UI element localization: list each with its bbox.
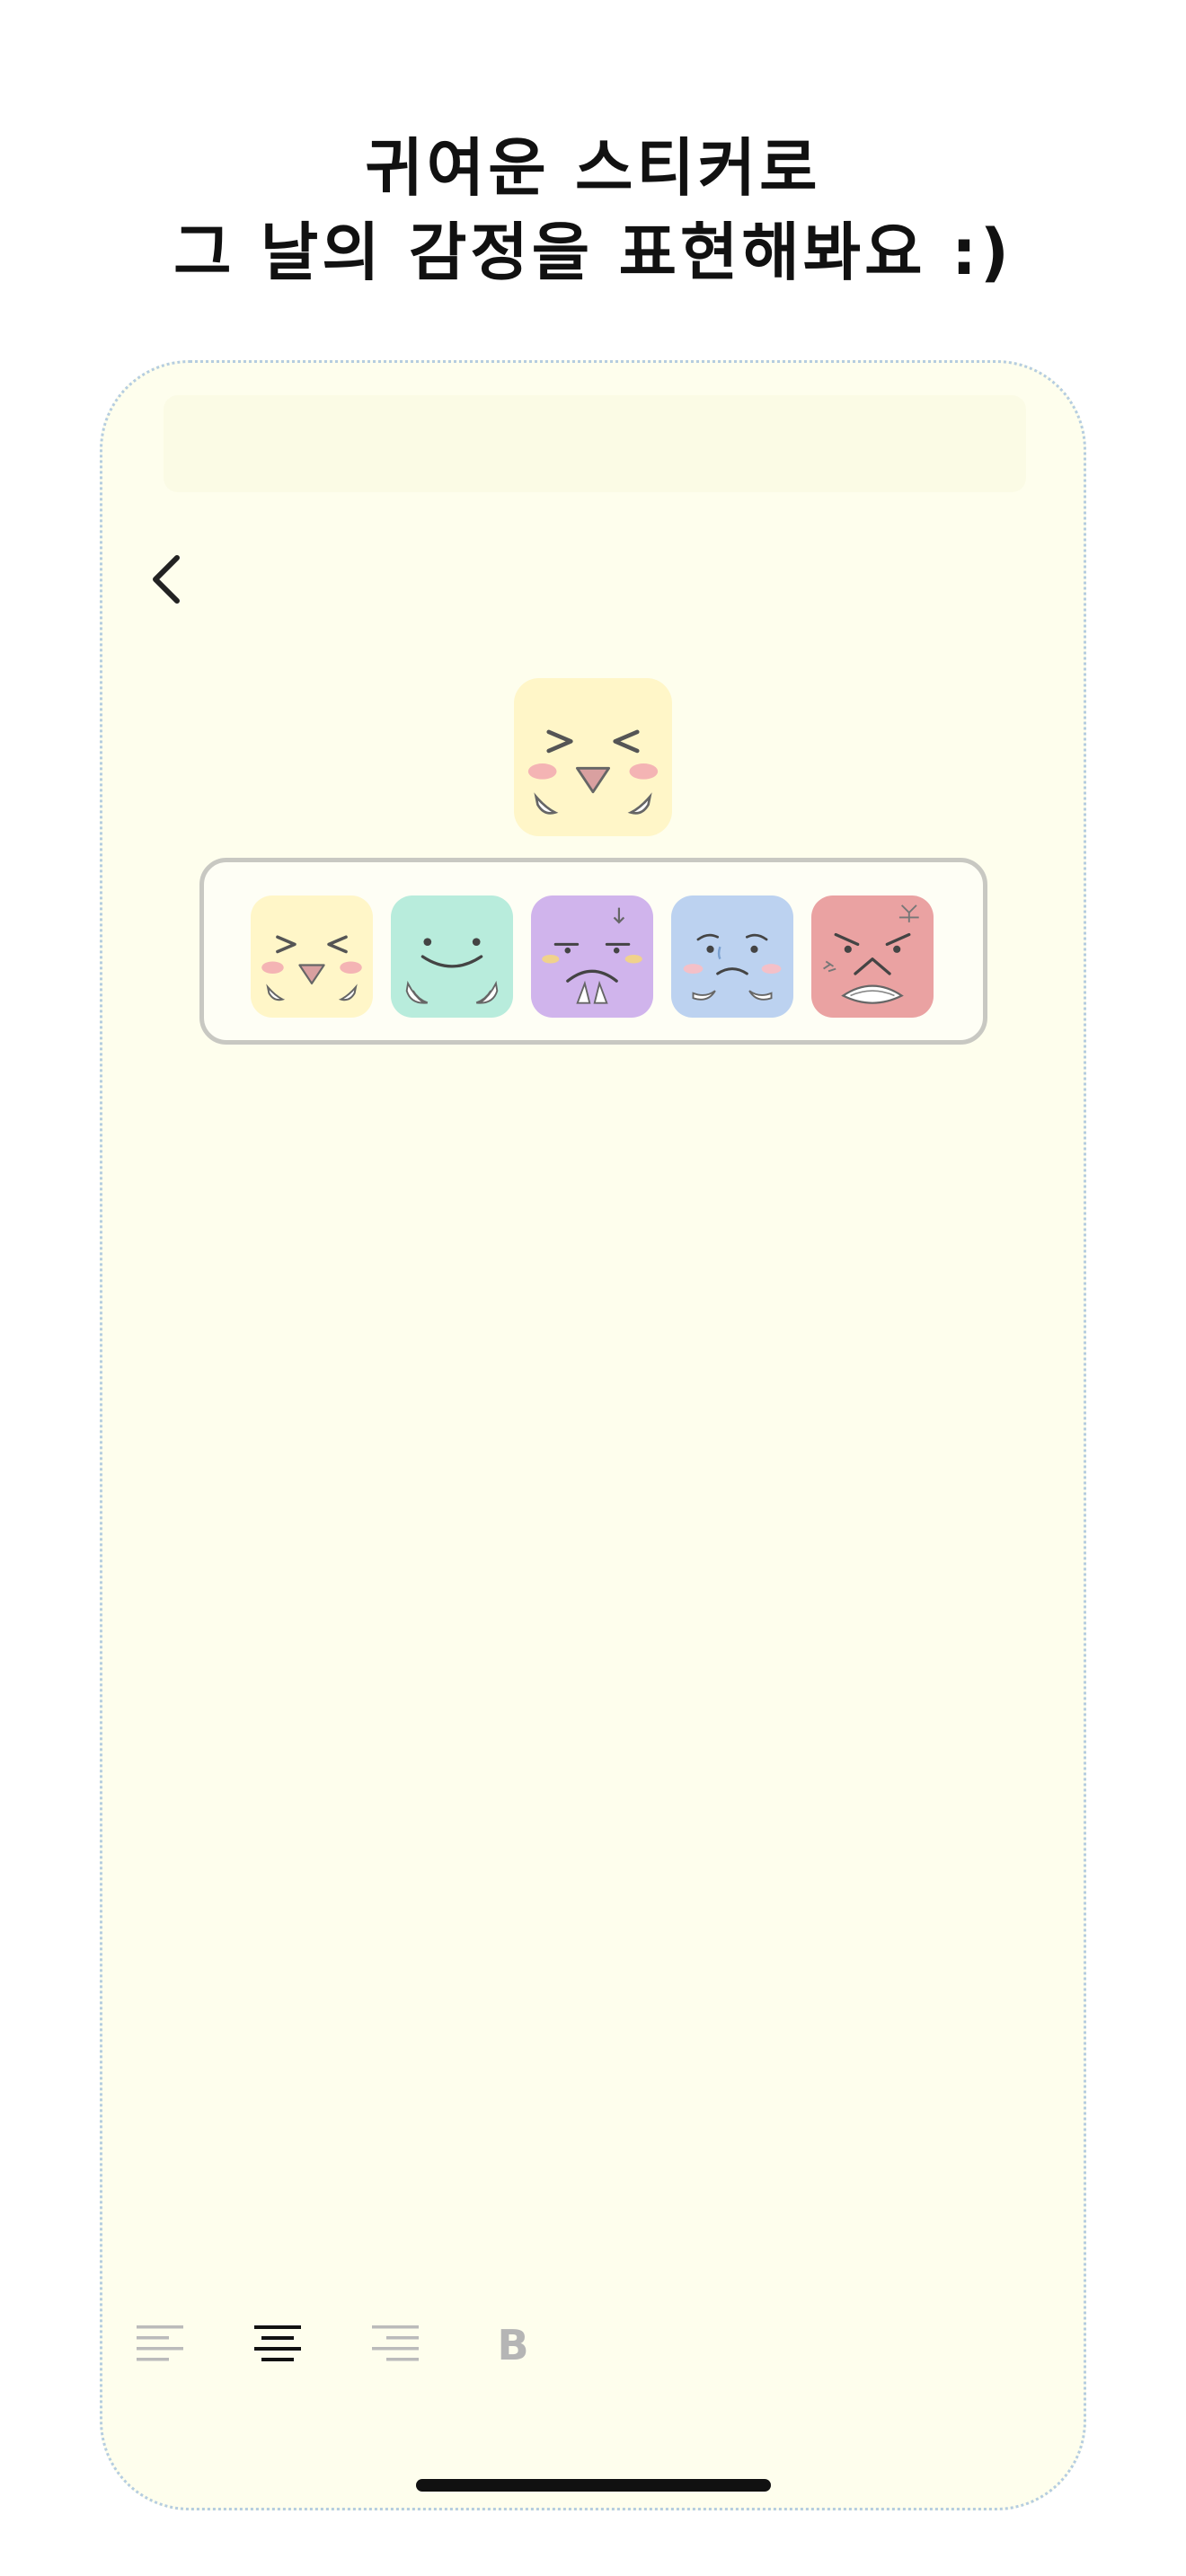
home-indicator — [416, 2479, 771, 2492]
sticker-annoyed[interactable] — [531, 895, 653, 1018]
sticker-happy[interactable] — [251, 895, 373, 1018]
align-center-icon — [254, 2325, 301, 2361]
status-bar-area — [164, 395, 1026, 492]
align-left-icon — [137, 2325, 183, 2361]
angry-face-icon — [823, 904, 919, 1004]
headline-line-2: 그 날의 감정을 표현해봐요 :) — [173, 216, 1013, 289]
align-left-button[interactable] — [130, 2316, 190, 2375]
annoyed-face-icon — [542, 907, 642, 1004]
selected-sticker — [514, 678, 672, 836]
smiling-face-icon — [405, 938, 499, 1004]
back-button[interactable] — [135, 543, 198, 615]
headline: 귀여운 스티커로 그 날의 감정을 표현해봐요 :) — [0, 126, 1186, 295]
sticker-angry[interactable] — [811, 895, 934, 1018]
bold-label: B — [497, 2321, 529, 2369]
headline-line-1: 귀여운 스티커로 — [365, 131, 821, 205]
align-right-button[interactable] — [366, 2316, 425, 2375]
sticker-content[interactable] — [391, 895, 513, 1018]
sticker-tray — [199, 858, 987, 1045]
bold-button[interactable]: B — [483, 2316, 543, 2375]
format-toolbar: B — [130, 2316, 544, 2387]
align-right-icon — [372, 2325, 419, 2361]
align-center-button[interactable] — [248, 2316, 307, 2375]
happy-face-icon — [527, 729, 659, 815]
chevron-left-icon — [153, 555, 180, 604]
sticker-sad[interactable] — [671, 895, 793, 1018]
happy-face-icon — [261, 935, 362, 1001]
sad-face-icon — [683, 933, 782, 1001]
